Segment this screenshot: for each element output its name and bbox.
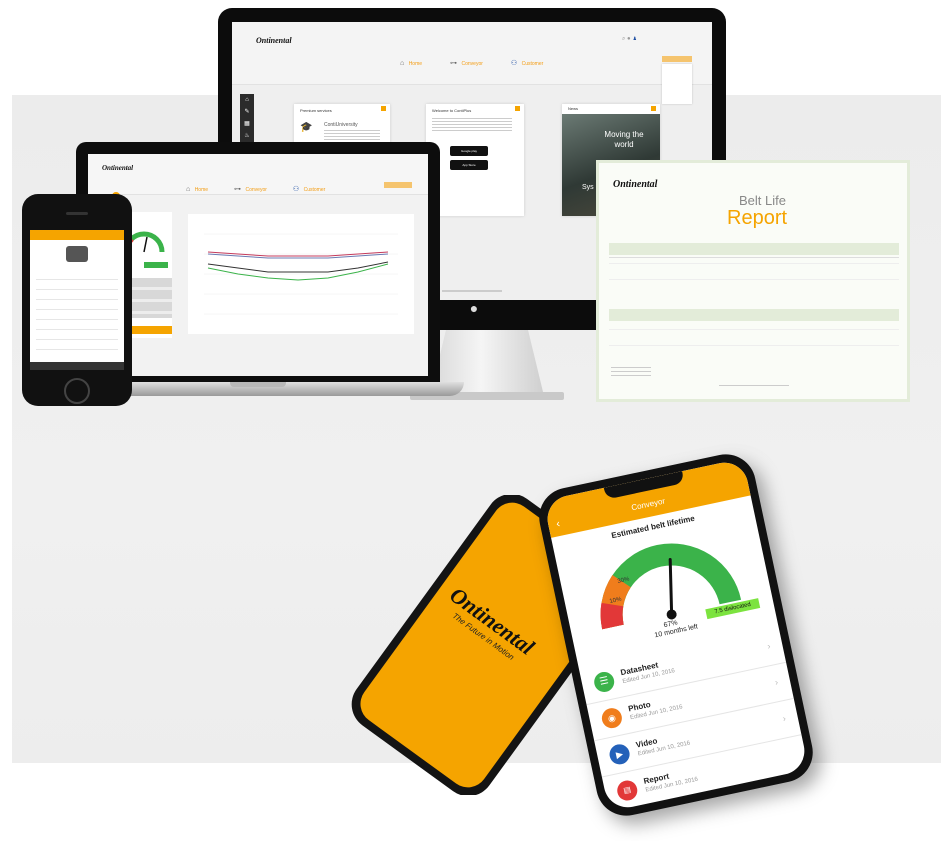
status-badge (144, 262, 168, 268)
nav-customer[interactable]: ⚇ Customer (293, 178, 325, 196)
report-divider (609, 257, 899, 258)
speaker-grille (66, 212, 88, 215)
small-phone-screen (30, 230, 124, 370)
chat-icon (515, 106, 520, 111)
news-icon (651, 106, 656, 111)
report-row (609, 345, 899, 346)
bell-icon[interactable]: ♨ (244, 133, 249, 139)
continental-logo: Ontinental (256, 36, 292, 45)
card-text-lines (324, 130, 380, 140)
nav-conveyor[interactable]: ⊶ Conveyor (450, 52, 483, 70)
news-headline: Moving the world (604, 130, 644, 149)
home-icon: ⌂ (186, 186, 191, 193)
laptop-notch (230, 382, 286, 387)
home-button[interactable] (64, 378, 90, 404)
chevron-right-icon: › (773, 676, 780, 688)
wrench-icon[interactable]: ✎ (244, 109, 249, 115)
gauge-needle (668, 558, 674, 616)
nav-home[interactable]: ⌂ Home (400, 52, 422, 70)
report-title-line1: Belt Life (739, 193, 786, 208)
wear-line-chart (188, 214, 414, 334)
chart-grid (204, 233, 398, 315)
pdf-icon: ▤ (615, 778, 640, 803)
chevron-right-icon: › (766, 640, 772, 652)
footer-text (442, 290, 502, 292)
laptop-screen: Ontinental ⌂ Home ⊶ Conveyor ⚇ Customer (88, 154, 428, 376)
laptop-nav: ⌂ Home ⊶ Conveyor ⚇ Customer (186, 178, 325, 196)
conveyor-icon: ⊶ (234, 186, 242, 193)
user-menu-header[interactable] (662, 56, 692, 62)
search-icon[interactable]: ⌕ (622, 36, 625, 42)
header-icons: ⌕ ● ♟ (622, 36, 637, 43)
report-table-header-1 (609, 243, 899, 255)
video-icon: ▶ (607, 742, 632, 767)
google-play-badge[interactable]: Google play (450, 146, 488, 156)
product-image (66, 246, 88, 262)
main-nav: ⌂ Home ⊶ Conveyor ⚇ Customer (400, 52, 543, 70)
report-title-line2: Report (727, 207, 788, 229)
nav-home[interactable]: ⌂ Home (186, 178, 208, 196)
top-nav-bar: Ontinental ⌂ Home ⊶ Conveyor ⚇ Customer … (232, 22, 712, 104)
apple-logo-icon: ● (469, 300, 479, 316)
laptop-header: Ontinental ⌂ Home ⊶ Conveyor ⚇ Customer (88, 154, 428, 195)
people-icon: ⚇ (510, 60, 518, 67)
user-icon[interactable]: ♟ (632, 36, 637, 42)
continental-logo: Ontinental (102, 164, 134, 172)
report-meta-lines (611, 367, 651, 379)
report-row (609, 279, 899, 280)
series-dark (207, 261, 389, 273)
people-icon: ⚇ (292, 186, 300, 193)
nav-customer[interactable]: ⚇ Customer (511, 52, 543, 70)
user-menu-header[interactable] (384, 182, 412, 188)
camera-icon: ◉ (600, 706, 624, 731)
phone-header (30, 230, 124, 240)
report-row (609, 329, 899, 330)
file-list: ☰ Datasheet Edited Jun 10, 2016 › ◉ Phot… (578, 626, 809, 812)
report-row (609, 263, 899, 264)
card-badge-icon (381, 106, 386, 111)
welcome-text-lines (432, 118, 512, 132)
list-icon: ☰ (592, 670, 617, 694)
phone-list (36, 270, 118, 350)
report-footer (719, 385, 789, 386)
gauge-red-arc (600, 602, 624, 630)
belt-life-report: Ontinental Belt Life Report (596, 160, 910, 402)
home-icon: ⌂ (400, 60, 405, 67)
chart-svg (204, 233, 398, 315)
graduation-cap-icon: 🎓 (300, 122, 313, 133)
nav-conveyor[interactable]: ⊶ Conveyor (234, 178, 267, 196)
home-icon[interactable]: ⌂ (245, 97, 249, 103)
grid-icon[interactable]: ▦ (244, 121, 250, 127)
user-dropdown (662, 64, 692, 104)
phone-tab-bar (30, 362, 124, 370)
app-store-badge[interactable]: App Store (450, 160, 488, 170)
notification-icon[interactable]: ● (627, 36, 631, 42)
chevron-right-icon: › (781, 713, 787, 724)
welcome-card: Welcome to ContiPlus Google play App Sto… (426, 104, 524, 216)
report-table-header-2 (609, 309, 899, 321)
conveyor-icon: ⊶ (450, 60, 458, 67)
report-logo: Ontinental (613, 179, 658, 190)
